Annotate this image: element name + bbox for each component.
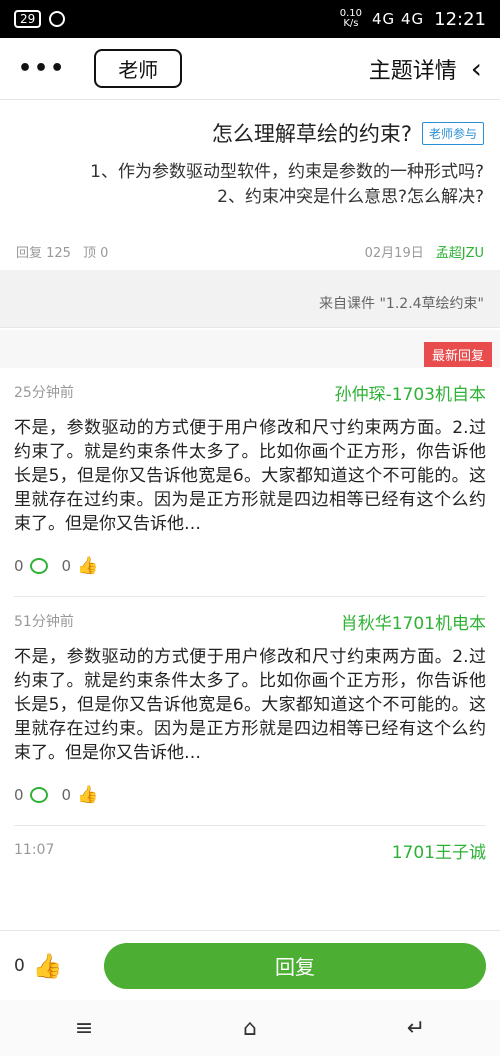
- app-header: ••• 老师 主题详情 ‹: [0, 38, 500, 100]
- comment-head: 11:07 1701王子诚: [14, 826, 486, 874]
- topic-title-row: 怎么理解草绘的约束? 老师参与: [16, 118, 484, 148]
- comment-time: 51分钟前: [14, 614, 74, 630]
- back-nav-icon[interactable]: ↵: [407, 1016, 425, 1041]
- comment-author[interactable]: 1701王子诚: [392, 838, 486, 863]
- comment-author[interactable]: 孙仲琛-1703机自本: [335, 380, 486, 405]
- header-left: ••• 老师: [18, 49, 183, 88]
- newest-replies-tag: 最新回复: [423, 342, 492, 367]
- comment-like-count: 0: [61, 786, 72, 804]
- comment-reply-count: 0: [14, 557, 24, 575]
- comment-like-action[interactable]: 0 👍: [62, 556, 99, 576]
- net-rate-unit: K/s: [343, 18, 359, 29]
- chat-bubble-icon: [29, 558, 48, 574]
- comment-like-action[interactable]: 0 👍: [62, 785, 99, 805]
- comment-like-count: 0: [61, 557, 72, 575]
- chat-bubble-icon: [29, 787, 48, 803]
- source-link[interactable]: 来自课件 "1.2.4草绘约束": [0, 278, 500, 328]
- battery-icon: 29: [14, 10, 42, 28]
- newest-bar: 最新回复: [0, 330, 500, 368]
- topic-date: 02月19日: [364, 246, 424, 261]
- bottom-action-bar: 0 👍 回复: [0, 930, 500, 1000]
- header-right: 主题详情 ‹: [369, 53, 482, 85]
- signal-icon: 4G 4G: [372, 10, 425, 28]
- status-time: 12:21: [434, 8, 486, 30]
- topic-title: 怎么理解草绘的约束?: [211, 122, 412, 146]
- comment-item: 25分钟前 孙仲琛-1703机自本 不是，参数驱动的方式便于用户修改和尺寸约束两…: [14, 368, 486, 597]
- topic-like-action[interactable]: 0 👍: [14, 952, 104, 980]
- topic-author-info: 02月19日 孟超JZU: [365, 242, 484, 261]
- menu-icon[interactable]: ≡: [75, 1016, 93, 1041]
- comment-head: 51分钟前 肖秋华1701机电本: [14, 597, 486, 645]
- comment-head: 25分钟前 孙仲琛-1703机自本: [14, 368, 486, 416]
- more-icon[interactable]: •••: [18, 56, 66, 81]
- comment-author[interactable]: 肖秋华1701机电本: [341, 609, 486, 634]
- source-text: 来自课件 "1.2.4草绘约束": [319, 295, 484, 312]
- home-icon[interactable]: ⌂: [243, 1016, 257, 1041]
- comment-text: 不是，参数驱动的方式便于用户修改和尺寸约束两方面。2.过约束了。就是约束条件太多…: [14, 647, 486, 763]
- comment-list: 25分钟前 孙仲琛-1703机自本 不是，参数驱动的方式便于用户修改和尺寸约束两…: [0, 368, 500, 874]
- comment-reply-action[interactable]: 0: [14, 786, 48, 804]
- thumbs-up-icon: 👍: [77, 556, 99, 576]
- topic-body-line-1: 1、作为参数驱动型软件，约束是参数的一种形式吗?: [90, 162, 484, 182]
- topic-like-count: 0: [14, 955, 25, 976]
- topic-replies: 回复 125: [16, 246, 71, 261]
- topic-body-line-2: 2、约束冲突是什么意思?怎么解决?: [217, 187, 484, 207]
- alarm-icon: [49, 11, 66, 27]
- comment-reply-count: 0: [14, 786, 24, 804]
- comment-item: 11:07 1701王子诚: [14, 826, 486, 874]
- topic-meta: 回复 125 顶 0 02月19日 孟超JZU: [16, 242, 484, 261]
- comment-time: 11:07: [14, 842, 55, 858]
- comment-text: 不是，参数驱动的方式便于用户修改和尺寸约束两方面。2.过约束了。就是约束条件太多…: [14, 418, 486, 534]
- back-icon[interactable]: ‹: [471, 54, 482, 83]
- system-nav-bar: ≡ ⌂ ↵: [0, 1000, 500, 1056]
- page-title: 主题详情: [368, 58, 457, 84]
- reply-button[interactable]: 回复: [104, 942, 486, 989]
- comment-item: 51分钟前 肖秋华1701机电本 不是，参数驱动的方式便于用户修改和尺寸约束两方…: [14, 597, 486, 826]
- comment-actions: 0 0 👍: [14, 536, 486, 596]
- teacher-button[interactable]: 老师: [94, 49, 183, 88]
- topic-stats: 回复 125 顶 0: [16, 242, 108, 261]
- teacher-participated-tag: 老师参与: [421, 121, 484, 145]
- status-left: 29: [14, 10, 66, 28]
- topic-author[interactable]: 孟超JZU: [436, 242, 484, 261]
- comment-reply-action[interactable]: 0: [14, 557, 48, 575]
- net-rate: 0.10 K/s: [340, 9, 362, 29]
- status-bar: 29 0.10 K/s 4G 4G 12:21: [0, 0, 500, 38]
- thumbs-up-icon: 👍: [32, 951, 63, 980]
- topic-body: 1、作为参数驱动型软件，约束是参数的一种形式吗? 2、约束冲突是什么意思?怎么解…: [16, 160, 484, 210]
- topic-card: 怎么理解草绘的约束? 老师参与 1、作为参数驱动型软件，约束是参数的一种形式吗?…: [0, 100, 500, 278]
- topic-views: 顶 0: [82, 246, 109, 261]
- comment-actions: 0 0 👍: [14, 765, 486, 825]
- status-right: 0.10 K/s 4G 4G 12:21: [340, 9, 486, 30]
- comment-time: 25分钟前: [14, 385, 74, 401]
- thumbs-up-icon: 👍: [77, 785, 99, 805]
